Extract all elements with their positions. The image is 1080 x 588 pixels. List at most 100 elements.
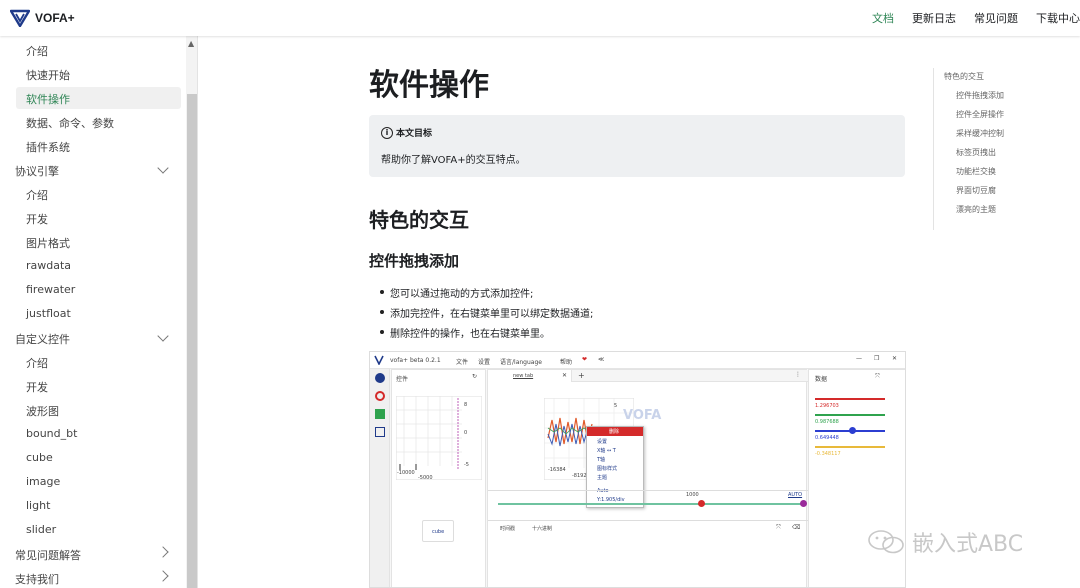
sidebar-item-cube[interactable]: cube	[26, 451, 53, 464]
app-menu-language[interactable]: 语言/language	[500, 357, 542, 366]
sidebar-item-widget-intro[interactable]: 介绍	[26, 355, 48, 371]
sidebar-item-image-format[interactable]: 图片格式	[26, 235, 70, 251]
sidebar-category-faq[interactable]: 常见问题解答	[15, 547, 81, 563]
chevron-right-icon[interactable]	[157, 570, 169, 582]
admonition-box: i 本文目标 帮助你了解VOFA+的交互特点。	[369, 115, 905, 177]
sidebar-item-intro[interactable]: 介绍	[26, 43, 48, 59]
top-navbar: VOFA+ 文档 更新日志 常见问题 下载中心	[0, 0, 1080, 36]
app-menu-help[interactable]: 帮助	[560, 357, 572, 366]
context-menu-item[interactable]: 主题	[597, 474, 607, 481]
list-icon[interactable]	[375, 409, 385, 419]
app-menu-file[interactable]: 文件	[456, 357, 468, 366]
toc-item[interactable]: 漂亮的主题	[956, 204, 996, 215]
toc-item[interactable]: 控件全屏操作	[956, 109, 1004, 120]
nav-docs[interactable]: 文档	[872, 10, 894, 26]
wechat-icon	[868, 530, 904, 554]
tick-label: 0	[464, 430, 468, 436]
widgets-icon[interactable]	[375, 427, 385, 437]
sidebar-scrollbar-thumb[interactable]	[187, 94, 197, 588]
context-menu: 删除 设置 X轴 ↔ T T轴 图标样式 主题 Auto Y:1.905/div	[586, 426, 644, 508]
vofa-watermark-logo: VOFA	[623, 408, 662, 423]
tick-label: -16384	[548, 467, 566, 473]
sidebar-item-waveform[interactable]: 波形图	[26, 403, 59, 419]
sidebar-item-widget-dev[interactable]: 开发	[26, 379, 48, 395]
widgets-panel: 控件 ↻ 8 0 -5 -10000 -5000 cube	[391, 369, 486, 587]
add-tab-icon[interactable]: +	[578, 371, 585, 380]
toc-item[interactable]: 界面切豆腐	[956, 185, 996, 196]
toc-item[interactable]: 采样缓冲控制	[956, 128, 1004, 139]
hex-checkbox-label[interactable]: 十六进制	[532, 525, 552, 532]
logo[interactable]: VOFA+	[10, 9, 75, 27]
sidebar-category-support[interactable]: 支持我们	[15, 571, 59, 587]
context-menu-item[interactable]: X轴 ↔ T	[597, 447, 616, 454]
sidebar-item-rawdata[interactable]: rawdata	[26, 259, 71, 272]
app-menu-settings[interactable]: 设置	[478, 357, 490, 366]
collapse-icon[interactable]: ≪	[598, 356, 604, 363]
range-slider-handle[interactable]	[698, 500, 705, 507]
sidebar-item-justfloat[interactable]: justfloat	[26, 307, 71, 320]
record-icon[interactable]	[375, 391, 385, 401]
cube-thumbnail[interactable]: cube	[422, 520, 454, 542]
channel-value: 0.649448	[815, 435, 839, 441]
context-menu-item[interactable]: 设置	[597, 438, 607, 445]
sidebar-item-protocol-intro[interactable]: 介绍	[26, 187, 48, 203]
refresh-icon[interactable]: ↻	[472, 373, 477, 380]
wechat-watermark: 嵌入式ABC	[866, 526, 1023, 558]
connect-icon[interactable]	[375, 373, 385, 383]
channel-slider-handle[interactable]	[849, 427, 856, 434]
sidebar-item-light[interactable]: light	[26, 499, 50, 512]
sidebar-item-slider[interactable]: slider	[26, 523, 56, 536]
restore-icon[interactable]: ❐	[874, 355, 879, 362]
toc-item[interactable]: 特色的交互	[944, 71, 984, 82]
context-menu-item[interactable]: 图标样式	[597, 465, 617, 472]
chevron-right-icon[interactable]	[157, 546, 169, 558]
context-menu-item[interactable]: T轴	[597, 456, 605, 463]
sidebar-item-bound-bt[interactable]: bound_bt	[26, 427, 77, 440]
nav-changelog[interactable]: 更新日志	[912, 10, 956, 26]
range-slider-track[interactable]	[498, 503, 804, 505]
page-title: 软件操作	[369, 68, 489, 103]
nav-faq[interactable]: 常见问题	[974, 10, 1018, 26]
info-icon: i	[381, 126, 393, 139]
fullscreen-icon[interactable]: ⤧	[776, 524, 781, 532]
toc-item[interactable]: 控件拖拽添加	[956, 90, 1004, 101]
sidebar-item-firewater[interactable]: firewater	[26, 283, 75, 296]
more-icon[interactable]: ⋮	[795, 371, 801, 378]
channel-line	[815, 414, 885, 416]
sidebar-category-custom-widgets[interactable]: 自定义控件	[15, 331, 70, 347]
chevron-down-icon[interactable]	[157, 330, 169, 342]
divider	[488, 490, 808, 491]
close-icon[interactable]: ✕	[892, 355, 897, 362]
range-slider-handle[interactable]	[800, 500, 807, 507]
buffer-size-value[interactable]: 1000	[686, 492, 699, 498]
sidebar-item-software-ops[interactable]: 软件操作	[26, 91, 70, 107]
sidebar-item-data-cmd-params[interactable]: 数据、命令、参数	[26, 115, 114, 131]
fullscreen-icon[interactable]: ⤧	[875, 373, 880, 381]
sidebar-item-protocol-dev[interactable]: 开发	[26, 211, 48, 227]
eraser-icon[interactable]: ⌫	[792, 524, 800, 531]
admonition-title-text: 本文目标	[396, 129, 433, 139]
admonition-title: i 本文目标	[381, 126, 432, 139]
timestamp-checkbox-label[interactable]: 时间戳	[500, 525, 515, 532]
sidebar-category-protocol[interactable]: 协议引擎	[15, 163, 59, 179]
waveform-thumbnail[interactable]	[396, 396, 482, 480]
context-menu-item[interactable]: Auto	[597, 488, 609, 494]
toc-item[interactable]: 功能栏交换	[956, 166, 996, 177]
context-menu-delete[interactable]: 删除	[609, 428, 619, 435]
tab-new[interactable]: new tab ✕	[488, 370, 572, 382]
sidebar-item-image[interactable]: image	[26, 475, 60, 488]
tab-bar: new tab ✕ + ⋮	[488, 370, 808, 382]
data-panel-title: 数据	[815, 376, 828, 383]
chevron-down-icon[interactable]	[157, 162, 169, 174]
app-titlebar: vofa+ beta 0.2.1 文件 设置 语言/language 帮助 ❤ …	[370, 352, 905, 369]
auto-button[interactable]: AUTO	[788, 492, 802, 498]
sidebar-item-plugins[interactable]: 插件系统	[26, 139, 70, 155]
minimize-icon[interactable]: —	[856, 355, 862, 362]
nav-download[interactable]: 下载中心	[1036, 10, 1080, 26]
table-of-contents: 特色的交互 控件拖拽添加 控件全屏操作 采样缓冲控制 标签页拽出 功能栏交换 界…	[933, 68, 1080, 230]
sidebar-item-quickstart[interactable]: 快速开始	[26, 67, 70, 83]
scroll-up-arrow-icon[interactable]: ▲	[188, 39, 194, 48]
tab-label: new tab	[513, 373, 534, 379]
close-icon[interactable]: ✕	[562, 372, 567, 379]
toc-item[interactable]: 标签页拽出	[956, 147, 996, 158]
